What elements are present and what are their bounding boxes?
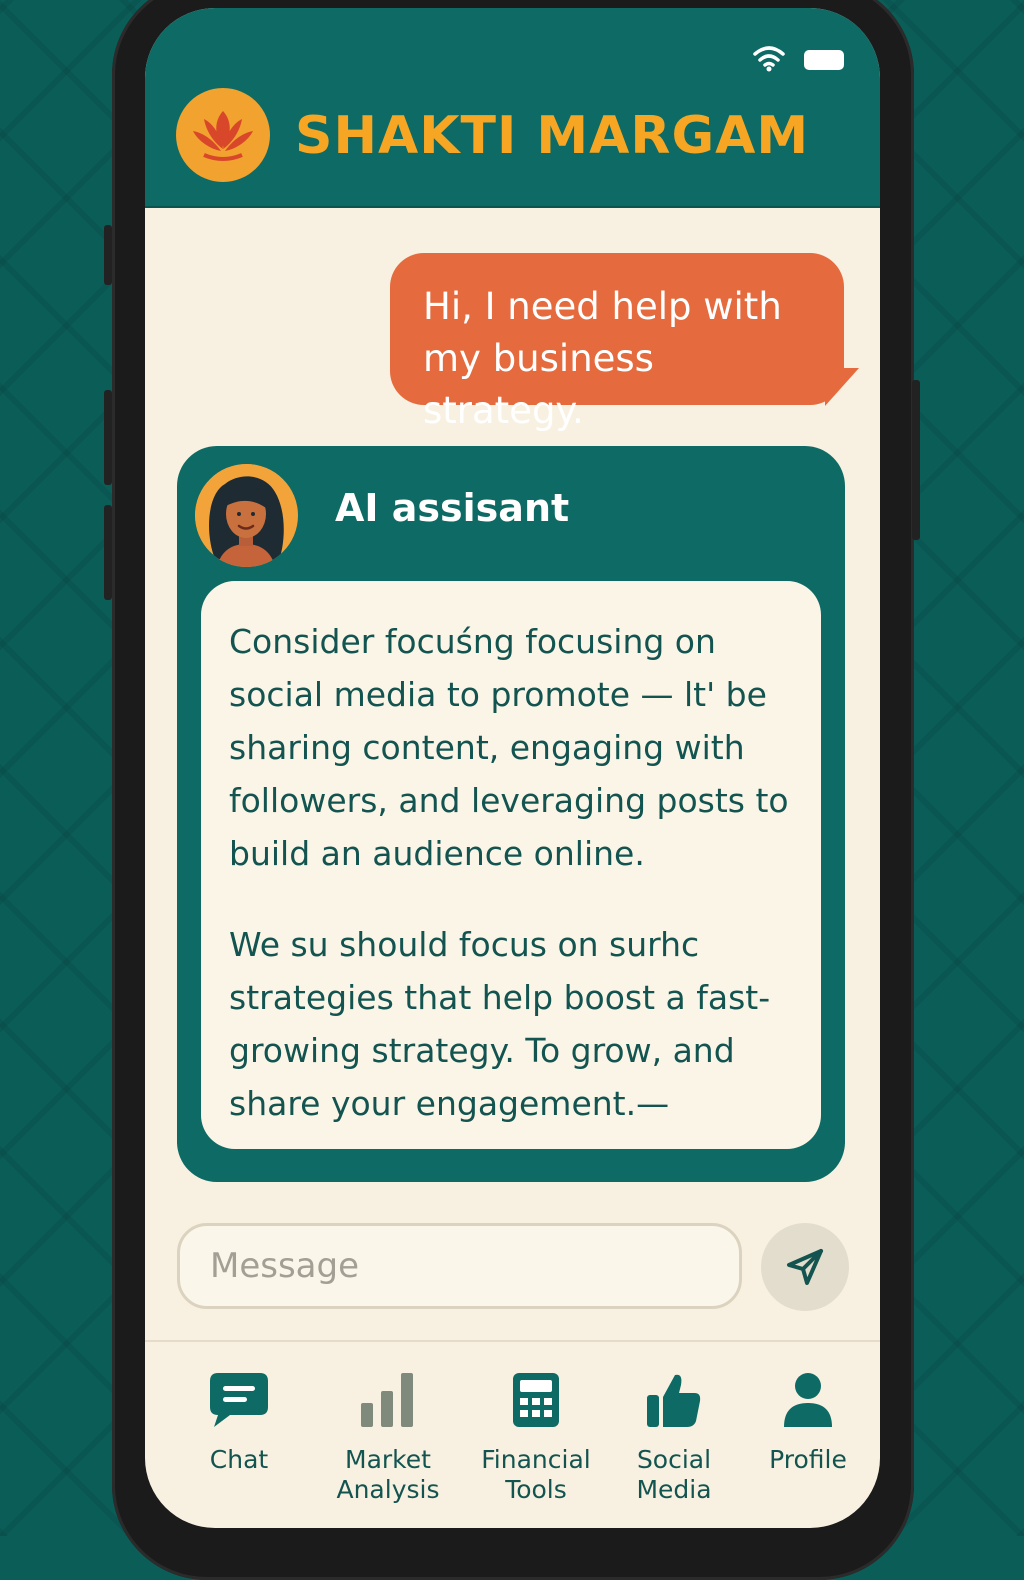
ai-message-card: AI assisant Consider focuśng focusing on… xyxy=(177,446,845,1182)
phone-side-button xyxy=(104,505,112,600)
user-bubble-tail xyxy=(825,368,859,406)
app-header: SHAKTI MARGAM xyxy=(145,8,880,208)
ai-avatar xyxy=(195,464,298,567)
phone-side-button xyxy=(912,380,920,540)
nav-item-financial-tools[interactable]: Financial Tools xyxy=(466,1365,606,1505)
phone-side-button xyxy=(104,390,112,485)
ai-message-paragraph: We su should focus on surhc strategies t… xyxy=(229,925,771,1123)
user-message-bubble: Hi, I need help with my business strateg… xyxy=(390,253,844,432)
nav-divider xyxy=(145,1340,880,1342)
person-icon xyxy=(782,1365,834,1435)
battery-icon xyxy=(804,50,844,70)
phone-side-button xyxy=(104,225,112,285)
thumbs-up-icon xyxy=(645,1365,703,1435)
nav-label: Chat xyxy=(209,1445,269,1474)
nav-label: Profile xyxy=(769,1445,847,1474)
phone-screen: SHAKTI MARGAM Hi, I need help with my bu… xyxy=(145,8,880,1528)
nav-label: Financial Tools xyxy=(481,1445,591,1504)
status-bar xyxy=(752,44,844,76)
send-button[interactable] xyxy=(761,1223,849,1311)
message-input[interactable] xyxy=(177,1223,742,1309)
nav-label: Social Media xyxy=(636,1445,712,1504)
nav-item-market-analysis[interactable]: Market Analysis xyxy=(318,1365,458,1505)
lotus-icon xyxy=(176,88,270,182)
nav-item-profile[interactable]: Profile xyxy=(738,1365,878,1475)
wifi-icon xyxy=(752,44,786,76)
ai-message-paragraph: Consider focuśng focusing on social medi… xyxy=(229,622,789,873)
nav-item-social-media[interactable]: Social Media xyxy=(604,1365,744,1505)
woman-avatar-icon xyxy=(195,464,297,567)
nav-item-chat[interactable]: Chat xyxy=(169,1365,309,1475)
nav-label: Market Analysis xyxy=(336,1445,440,1504)
calculator-icon xyxy=(511,1365,561,1435)
ai-assistant-name: AI assisant xyxy=(335,486,570,530)
chat-icon xyxy=(208,1365,270,1435)
bottom-navigation: Chat Market Analysis Financial Tools Soc… xyxy=(145,1353,880,1523)
app-title: SHAKTI MARGAM xyxy=(295,106,810,166)
ai-message-body: Consider focuśng focusing on social medi… xyxy=(201,581,821,1149)
send-icon xyxy=(787,1249,823,1285)
bar-chart-icon xyxy=(359,1365,417,1435)
